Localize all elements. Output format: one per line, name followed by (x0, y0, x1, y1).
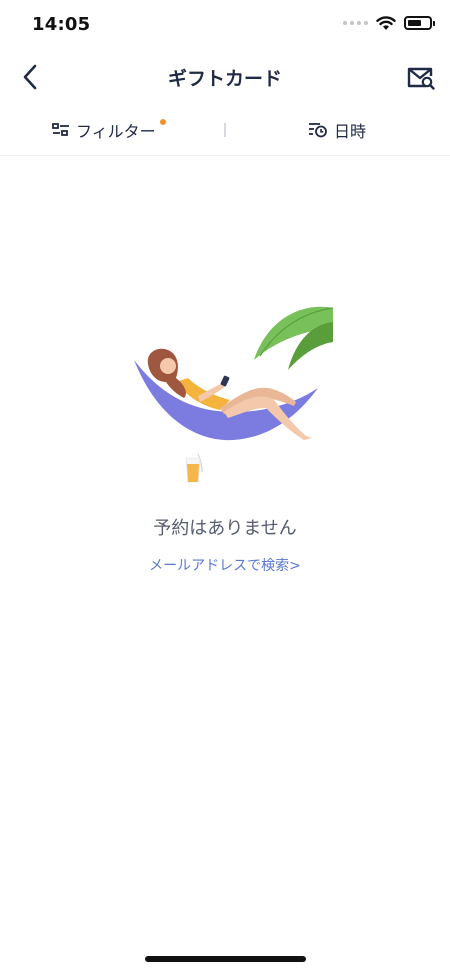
filter-button[interactable]: フィルター (52, 118, 166, 142)
empty-state-title: 予約はありません (153, 518, 297, 539)
wifi-icon (376, 16, 396, 30)
filter-bar: フィルター 日時 (0, 106, 450, 156)
filter-label: フィルター (76, 122, 156, 141)
sort-clock-icon (309, 123, 327, 138)
home-indicator (145, 956, 306, 962)
status-bar: 14:05 (0, 0, 450, 50)
filter-sliders-icon (52, 123, 69, 136)
status-indicators (343, 15, 435, 31)
juice-glass-icon (185, 453, 203, 483)
page-title: ギフトカード (167, 68, 282, 90)
mail-search-icon (407, 67, 435, 90)
date-sort-button[interactable]: 日時 (308, 118, 366, 142)
tab-divider (224, 123, 226, 137)
mail-search-button[interactable] (404, 62, 438, 94)
filter-active-dot (159, 119, 166, 125)
date-label: 日時 (334, 122, 367, 141)
cellular-signal-icon (343, 21, 368, 25)
status-time: 14:05 (32, 14, 91, 35)
navigation-bar: ギフトカード (0, 52, 450, 102)
battery-icon (404, 16, 435, 30)
woman-in-hammock-illustration (134, 306, 334, 483)
search-by-email-link[interactable]: メールアドレスで検索> (0, 555, 450, 575)
